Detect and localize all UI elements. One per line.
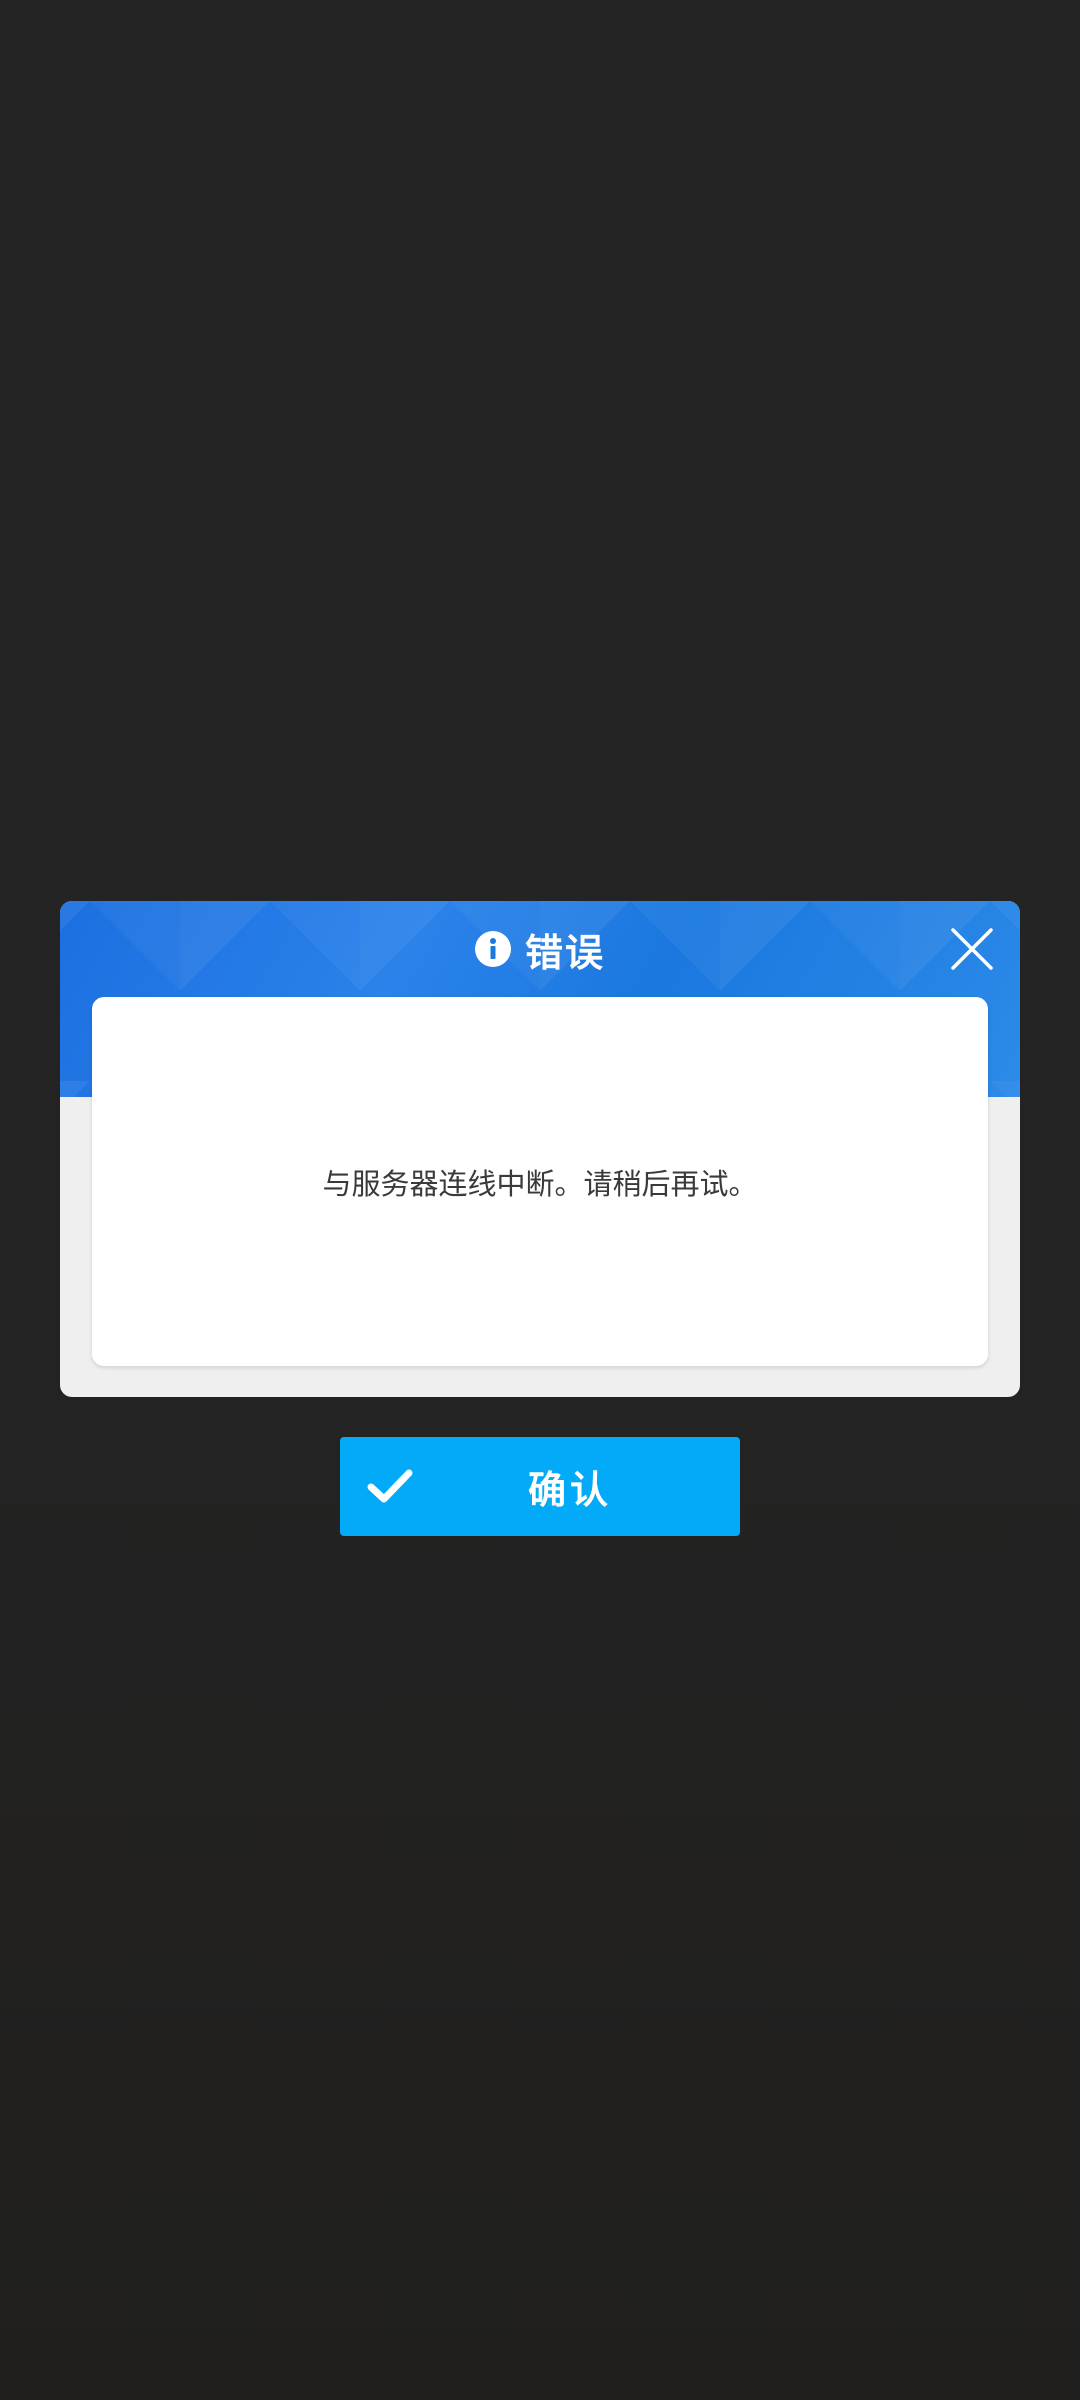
dialog-title: 错误 [524, 930, 605, 975]
dialog-body: 与服务器连线中断。请稍后再试。 [92, 997, 988, 1366]
confirm-button[interactable]: 确认 [340, 1437, 740, 1536]
dialog-title-bar: 错误 [60, 901, 1020, 997]
screen-backdrop: 错误 与服务器连线中断。请稍后再试。 确认 [0, 0, 1080, 2400]
error-message: 与服务器连线中断。请稍后再试。 [322, 1166, 758, 1201]
close-button[interactable] [946, 923, 998, 975]
error-dialog: 错误 与服务器连线中断。请稍后再试。 [60, 901, 1020, 1397]
confirm-label: 确认 [527, 1468, 612, 1512]
close-icon [951, 928, 993, 970]
info-icon [474, 931, 511, 967]
